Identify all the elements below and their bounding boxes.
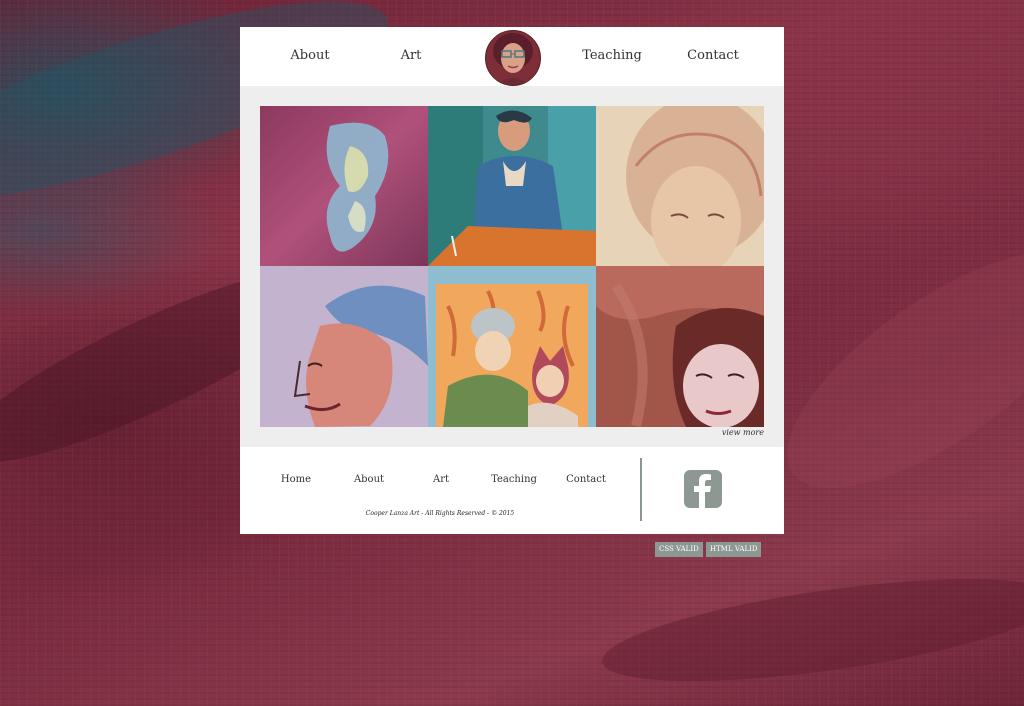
footer-divider <box>640 458 642 521</box>
footer-nav-contact[interactable]: Contact <box>551 474 621 485</box>
footer-nav-home[interactable]: Home <box>261 474 331 485</box>
gallery-painting-2[interactable] <box>428 106 596 266</box>
nav-about[interactable]: About <box>270 48 350 63</box>
view-more-link[interactable]: view more <box>722 428 764 437</box>
bg-brush-streak <box>596 558 1024 702</box>
facebook-icon[interactable] <box>684 470 722 508</box>
gallery-painting-6[interactable] <box>596 266 764 427</box>
bg-brush-streak <box>752 209 1024 531</box>
top-nav: About Art Teaching Contact <box>240 27 784 86</box>
gallery-painting-1[interactable] <box>260 106 428 266</box>
footer-nav-art[interactable]: Art <box>406 474 476 485</box>
gallery-painting-3[interactable] <box>596 106 764 266</box>
art-gallery-grid <box>260 106 764 427</box>
copyright-text: Cooper Lanza Art - All Rights Reserved -… <box>365 510 515 517</box>
footer-nav-teaching[interactable]: Teaching <box>479 474 549 485</box>
gallery-band: view more <box>240 86 784 447</box>
css-valid-badge[interactable]: CSS VALID <box>655 542 703 557</box>
artist-avatar[interactable] <box>485 30 541 86</box>
footer: Home About Art Teaching Contact Cooper L… <box>240 447 784 534</box>
page-container: About Art Teaching Contact view more Hom… <box>240 27 784 534</box>
footer-nav-about[interactable]: About <box>334 474 404 485</box>
nav-teaching[interactable]: Teaching <box>572 48 652 63</box>
html-valid-badge[interactable]: HTML VALID <box>706 542 762 557</box>
gallery-painting-5[interactable] <box>428 266 596 427</box>
gallery-painting-4[interactable] <box>260 266 428 427</box>
nav-contact[interactable]: Contact <box>673 48 753 63</box>
nav-art[interactable]: Art <box>371 48 451 63</box>
